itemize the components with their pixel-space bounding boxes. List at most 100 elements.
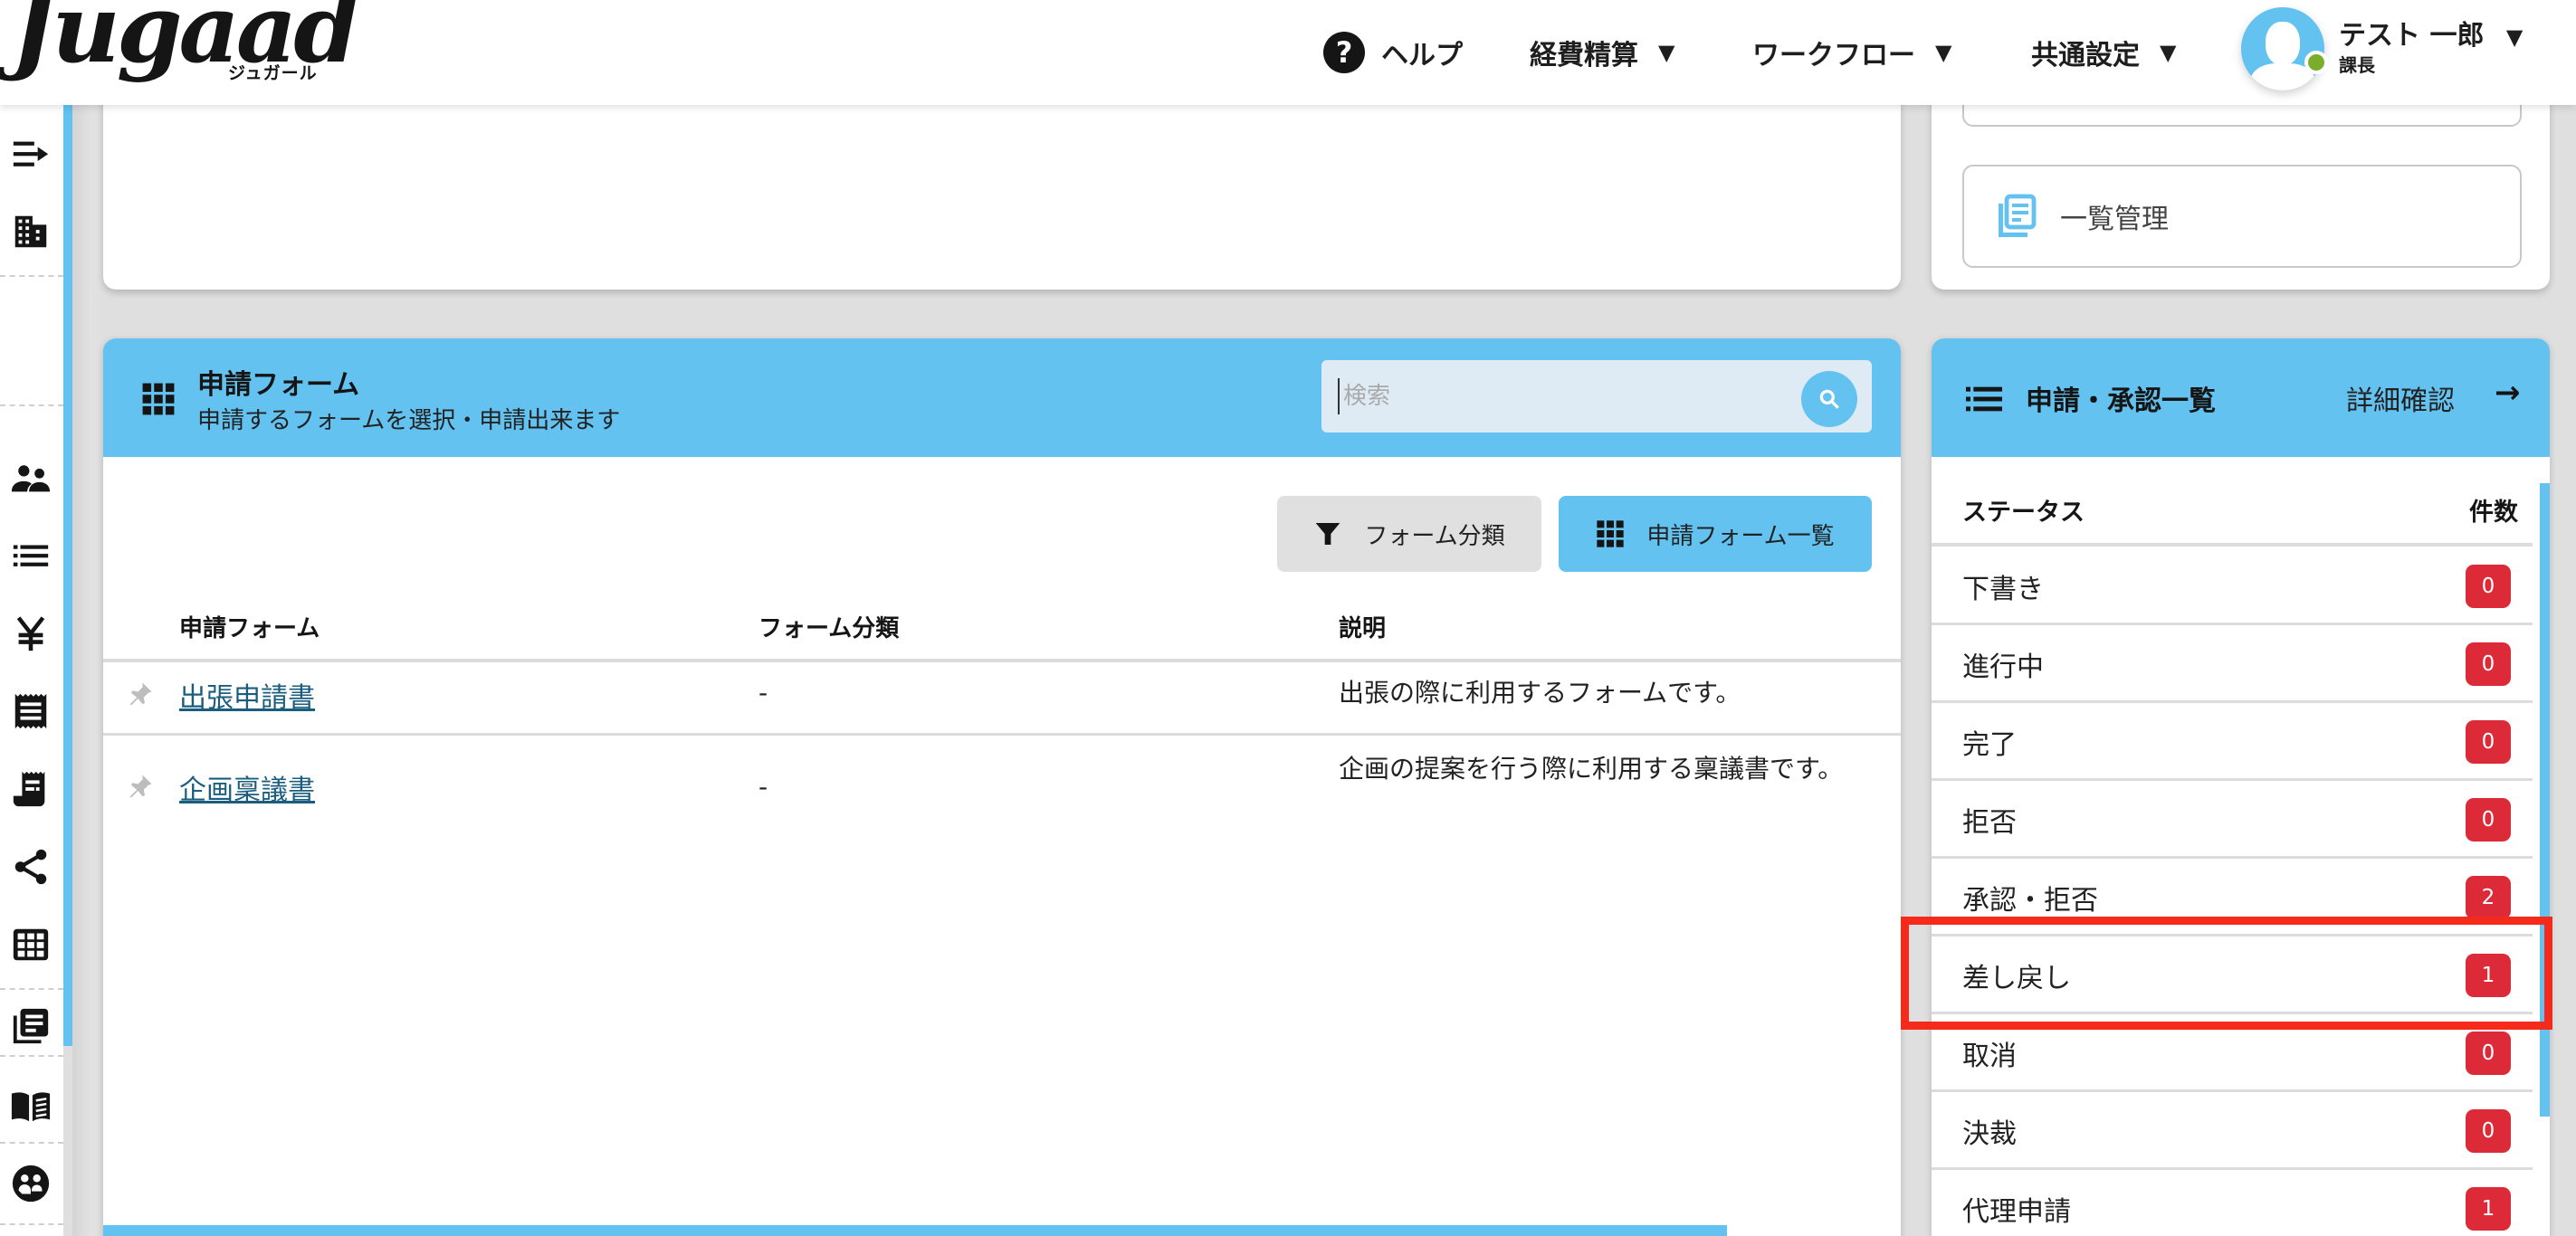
manual-book-icon[interactable]	[5, 1080, 56, 1131]
count-column-header: 件数	[2469, 499, 2518, 527]
quick-link-list-management[interactable]: 一覧管理	[1962, 165, 2522, 268]
filter-icon	[1316, 523, 1340, 545]
status-row-divider	[1932, 1167, 2533, 1170]
status-row-divider	[1932, 700, 2533, 703]
application-approval-panel: 申請・承認一覧 詳細確認 → ステータス 件数 下書き 0 進行中 0 完了 0 拒否 0 承認…	[1932, 338, 2550, 1236]
list-management-label: 一覧管理	[2060, 204, 2169, 235]
nav-help-label: ヘルプ	[1381, 40, 1463, 71]
status-column-header: ステータス	[1962, 499, 2085, 527]
user-menu[interactable]: テスト 一郎 ▼	[2339, 13, 2523, 52]
form-list-button[interactable]: 申請フォーム一覧	[1559, 496, 1872, 572]
form-search-input[interactable]	[1338, 378, 1790, 414]
sidebar-divider	[0, 1055, 63, 1057]
caret-down-icon: ▼	[2505, 24, 2524, 50]
library-books-icon[interactable]	[5, 1001, 56, 1051]
search-button[interactable]	[1801, 371, 1857, 427]
receipt-long-icon[interactable]	[5, 764, 56, 814]
user-role: 課長	[2339, 54, 2375, 76]
avatar-head-shape	[2266, 22, 2300, 65]
application-form-panel: 申請フォーム 申請するフォームを選択・申請出来ます フォーム分類 申請フォーム一…	[103, 338, 1901, 1236]
app-logo[interactable]: Jugaad ジュガール	[11, 0, 359, 83]
detail-confirm-link[interactable]: 詳細確認	[2346, 378, 2455, 418]
user-avatar[interactable]	[2241, 7, 2324, 90]
nav-workflow-label: ワークフロー	[1752, 40, 1915, 71]
nav-common-settings-label: 共通設定	[2031, 40, 2140, 71]
sidebar-divider	[0, 1223, 63, 1225]
filter-button-label: フォーム分類	[1364, 522, 1505, 550]
nav-common-settings-menu[interactable]: 共通設定 ▼	[2031, 0, 2176, 105]
status-count-badge: 0	[2466, 720, 2511, 764]
table-header-divider	[103, 659, 1901, 662]
apps-grid-icon	[142, 383, 175, 415]
status-vertical-scrollbar[interactable]	[2540, 483, 2550, 1117]
status-count-badge: 1	[2466, 1187, 2511, 1231]
row-divider	[103, 733, 1901, 736]
sidebar-divider	[0, 275, 63, 277]
form-panel-title: 申請フォーム	[197, 369, 360, 401]
status-label[interactable]: 完了	[1962, 722, 2017, 762]
list-icon	[1966, 386, 2002, 412]
nav-help[interactable]: ? ヘルプ	[1323, 0, 1463, 105]
online-status-indicator	[2304, 51, 2328, 74]
logo-subtitle: ジュガール	[228, 63, 318, 83]
status-label[interactable]: 差し戻し	[1962, 956, 2071, 995]
sidebar-divider	[0, 1142, 63, 1144]
status-label[interactable]: 進行中	[1962, 644, 2044, 684]
column-header-form[interactable]: 申請フォーム	[179, 610, 320, 643]
status-count-badge: 0	[2466, 642, 2511, 686]
status-row-divider	[1932, 778, 2533, 781]
collapse-menu-icon[interactable]	[5, 128, 56, 179]
yen-icon[interactable]	[5, 608, 56, 659]
sidebar	[0, 105, 63, 1236]
status-row-divider	[1932, 1089, 2533, 1092]
form-category-cell: -	[758, 678, 768, 708]
help-icon: ?	[1323, 32, 1365, 73]
form-category-filter-button[interactable]: フォーム分類	[1277, 496, 1541, 572]
form-panel-subtitle: 申請するフォームを選択・申請出来ます	[197, 407, 621, 434]
status-count-badge: 0	[2466, 798, 2511, 841]
nav-workflow-menu[interactable]: ワークフロー ▼	[1752, 0, 1951, 105]
status-row-divider	[1932, 623, 2533, 625]
horizontal-scrollbar[interactable]	[103, 1225, 1727, 1236]
status-panel-header: 申請・承認一覧 詳細確認 →	[1932, 338, 2550, 457]
status-label[interactable]: 取消	[1962, 1033, 2017, 1073]
caret-down-icon: ▼	[2160, 40, 2177, 65]
receipt-icon[interactable]	[5, 686, 56, 737]
status-count-badge: 0	[2466, 1109, 2511, 1153]
building-icon[interactable]	[5, 206, 56, 257]
sidebar-scrollbar[interactable]	[63, 105, 72, 1046]
form-link-planning-proposal[interactable]: 企画稟議書	[179, 767, 315, 807]
status-label[interactable]: 代理申請	[1962, 1189, 2071, 1229]
status-label[interactable]: 承認・拒否	[1962, 878, 2098, 917]
form-description-cell: 出張の際に利用するフォームです。	[1339, 678, 1741, 708]
users-icon[interactable]	[5, 454, 56, 505]
form-link-business-trip[interactable]: 出張申請書	[179, 675, 315, 715]
status-label[interactable]: 拒否	[1962, 800, 2017, 840]
status-label[interactable]: 決裁	[1962, 1111, 2017, 1151]
sidebar-divider	[0, 988, 63, 990]
search-icon	[1819, 389, 1839, 409]
share-icon[interactable]	[5, 841, 56, 892]
status-header-divider	[1932, 543, 2533, 547]
arrow-right-icon[interactable]: →	[2495, 375, 2521, 411]
status-row-divider	[1932, 1012, 2533, 1014]
column-header-description[interactable]: 説明	[1339, 610, 1386, 643]
pin-icon[interactable]	[127, 679, 154, 709]
list-management-icon	[1999, 194, 2037, 237]
form-description-cell: 企画の提案を行う際に利用する稟議書です。	[1339, 754, 1844, 784]
pin-icon[interactable]	[127, 771, 154, 802]
column-header-category[interactable]: フォーム分類	[758, 610, 899, 643]
status-count-badge: 0	[2466, 1032, 2511, 1075]
nav-expense-menu[interactable]: 経費精算 ▼	[1530, 0, 1674, 105]
caret-down-icon: ▼	[1935, 40, 1952, 65]
user-group-circle-icon[interactable]	[5, 1158, 56, 1209]
apps-grid-icon	[1597, 520, 1625, 547]
nav-expense-label: 経費精算	[1530, 40, 1638, 71]
caret-down-icon: ▼	[1658, 40, 1675, 65]
status-panel-title: 申請・承認一覧	[2026, 385, 2216, 417]
status-label[interactable]: 下書き	[1962, 566, 2044, 606]
top-header: Jugaad ジュガール ? ヘルプ 経費精算 ▼ ワークフロー ▼ 共通設定 …	[0, 0, 2576, 105]
grid-table-icon[interactable]	[5, 919, 56, 970]
form-panel-header: 申請フォーム 申請するフォームを選択・申請出来ます	[103, 338, 1901, 457]
list-icon[interactable]	[5, 530, 56, 581]
